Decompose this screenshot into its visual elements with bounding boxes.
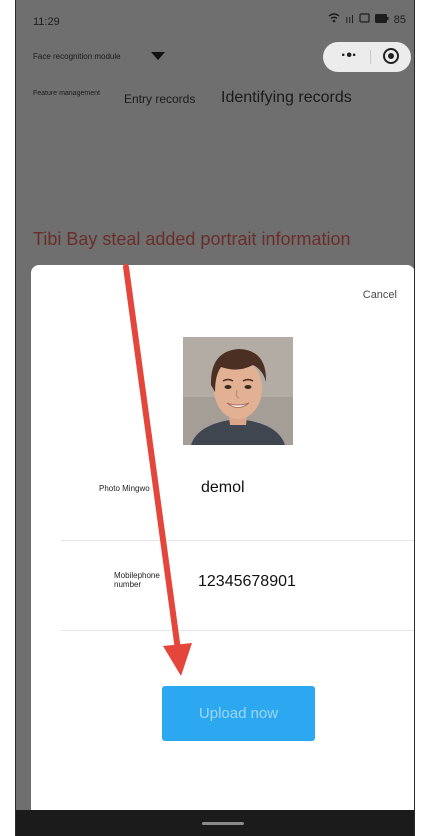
more-dots-icon[interactable]: ·•· <box>341 48 357 64</box>
divider <box>61 540 414 541</box>
target-circle-icon[interactable] <box>383 48 399 64</box>
home-indicator[interactable] <box>202 822 244 825</box>
system-nav-bar <box>16 810 414 836</box>
capsule-divider <box>370 50 371 64</box>
banner-text: Tibi Bay steal added portrait informatio… <box>33 229 351 249</box>
phone-screen: 11:29 ııl 85 Face recognition module ·•·… <box>15 0 415 836</box>
divider <box>61 630 414 631</box>
upload-now-button[interactable]: Upload now <box>162 686 315 741</box>
status-icons: ııl 85 <box>328 13 406 26</box>
portrait-photo[interactable] <box>183 337 293 445</box>
tab-feature-management[interactable]: Feature management <box>33 90 103 98</box>
add-portrait-sheet: Cancel Photo Mingwo demol Mobilephone nu… <box>31 265 414 825</box>
mini-program-capsule[interactable]: ·•· <box>323 42 411 72</box>
wifi-icon <box>328 13 340 26</box>
module-title[interactable]: Face recognition module <box>33 52 121 61</box>
battery-level: 85 <box>393 13 406 26</box>
name-field[interactable]: demol <box>201 479 245 497</box>
tab-entry-records[interactable]: Entry records <box>124 92 195 106</box>
dropdown-arrow-icon[interactable] <box>151 52 165 60</box>
phone-field[interactable]: 12345678901 <box>198 573 296 591</box>
battery-icon <box>374 13 389 26</box>
status-time: 11:29 <box>33 16 60 28</box>
name-label: Photo Mingwo <box>99 484 150 493</box>
cancel-button[interactable]: Cancel <box>363 289 397 301</box>
signal-icon: ııl <box>345 13 354 26</box>
tab-identifying-records[interactable]: Identifying records <box>221 89 352 107</box>
sim-icon <box>359 13 370 26</box>
phone-label: Mobilephone number <box>114 571 160 589</box>
